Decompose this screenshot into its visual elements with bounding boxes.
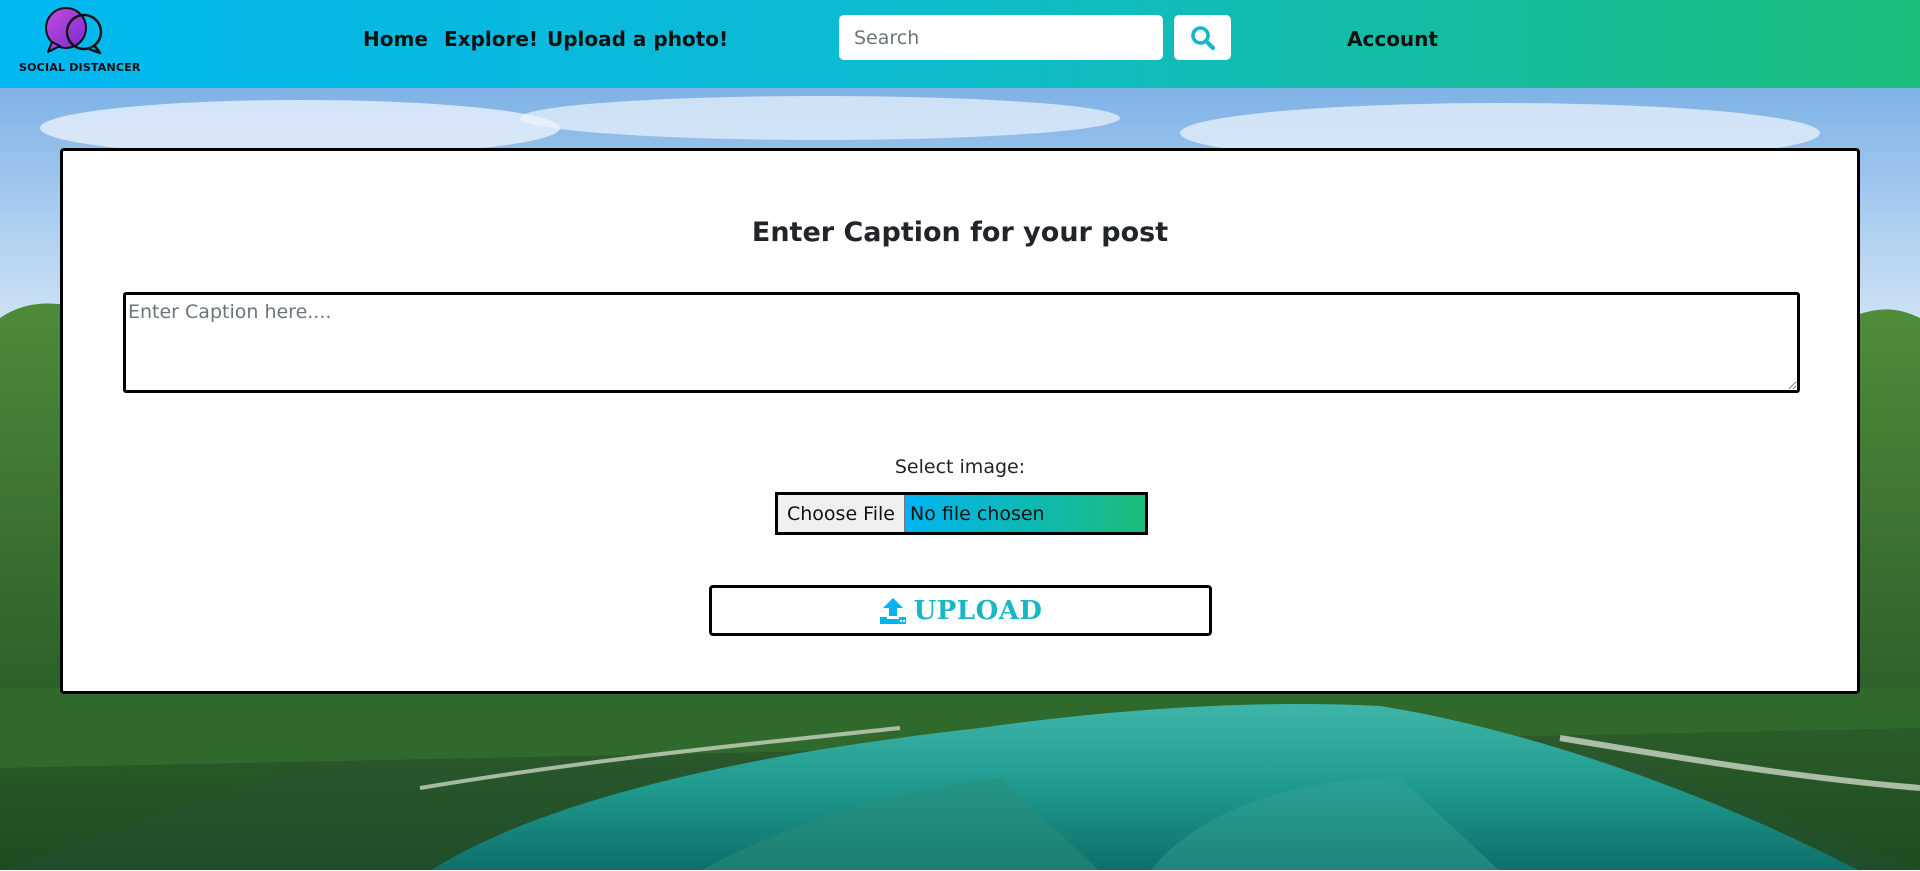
search-input[interactable]	[839, 15, 1163, 60]
upload-icon	[879, 597, 906, 624]
choose-file-button[interactable]: Choose File	[778, 495, 905, 532]
brand-name: SOCIAL DISTANCER	[19, 61, 141, 74]
account-link[interactable]: Account	[1347, 27, 1438, 51]
upload-button[interactable]: UPLOAD	[709, 585, 1212, 636]
nav-home-link[interactable]: Home	[363, 27, 428, 51]
search-button[interactable]	[1174, 15, 1231, 60]
image-file-input[interactable]: Choose File No file chosen	[775, 492, 1148, 535]
file-status-text: No file chosen	[909, 502, 1045, 525]
select-image-label: Select image:	[894, 456, 1026, 478]
upload-post-card: Enter Caption for your post Select image…	[60, 148, 1860, 694]
brand-logo[interactable]: SOCIAL DISTANCER	[18, 4, 140, 74]
top-navbar: SOCIAL DISTANCER Home Explore! Upload a …	[0, 0, 1920, 88]
caption-textarea[interactable]	[123, 292, 1800, 393]
nav-explore-link[interactable]: Explore!	[444, 27, 538, 51]
page-title: Enter Caption for your post	[751, 217, 1169, 248]
search-icon	[1190, 25, 1215, 50]
upload-button-label: UPLOAD	[913, 595, 1043, 626]
chat-bubbles-icon	[45, 7, 103, 55]
nav-upload-photo-link[interactable]: Upload a photo!	[547, 27, 728, 51]
